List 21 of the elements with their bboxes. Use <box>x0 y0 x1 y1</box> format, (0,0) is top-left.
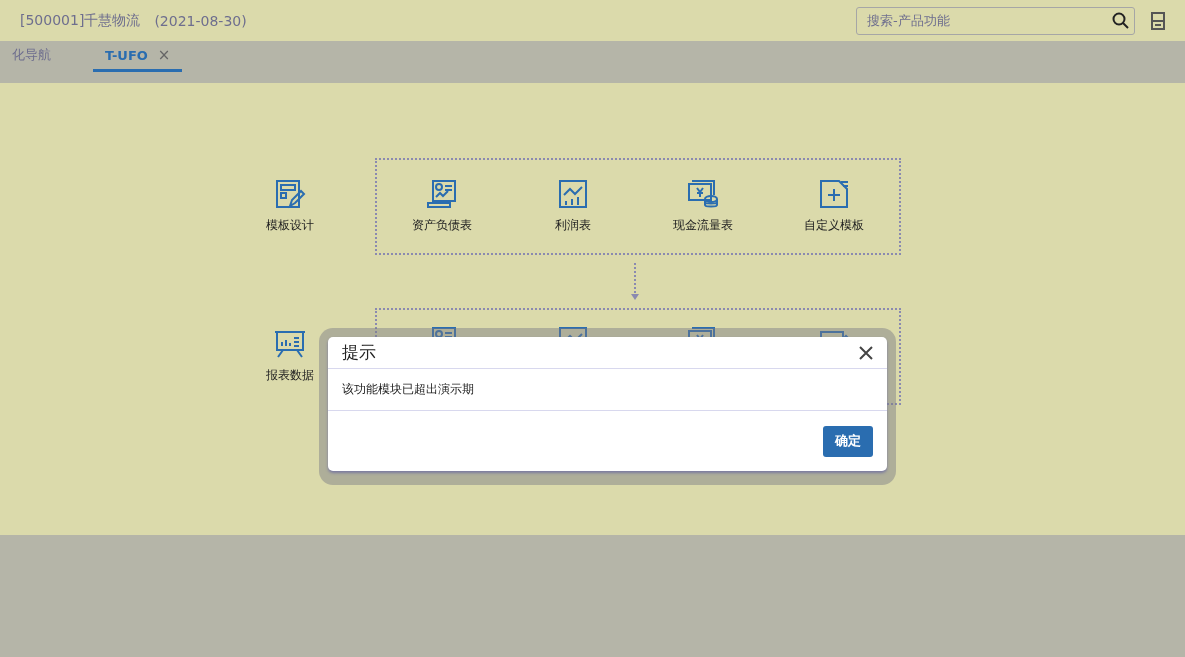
dialog-title: 提示 <box>342 341 376 364</box>
chart-icon <box>556 179 589 209</box>
template-icon <box>274 179 306 209</box>
module-item[interactable]: 自定义模板 <box>768 179 899 234</box>
search-field[interactable]: 搜索-产品功能 <box>856 6 1135 35</box>
date-label: (2021-08-30) <box>154 12 247 29</box>
dialog-message: 该功能模块已超出演示期 <box>342 381 474 398</box>
board-icon <box>274 329 306 359</box>
module-item[interactable]: 利润表 <box>507 179 638 234</box>
module-item[interactable]: 现金流量表 <box>638 179 769 234</box>
scroll-icon <box>426 179 459 209</box>
cash-icon <box>687 179 720 209</box>
search-icon[interactable] <box>1112 11 1129 29</box>
folder-plus-icon <box>817 179 850 209</box>
close-icon[interactable] <box>859 345 873 360</box>
company-title: [500001]千慧物流 <box>20 11 141 30</box>
down-arrow <box>630 262 640 301</box>
confirm-button[interactable]: 确定 <box>823 425 873 457</box>
calculator-icon[interactable] <box>1151 11 1165 30</box>
flow-node[interactable]: 模板设计 <box>230 179 350 234</box>
module-item[interactable]: 资产负债表 <box>377 179 508 234</box>
